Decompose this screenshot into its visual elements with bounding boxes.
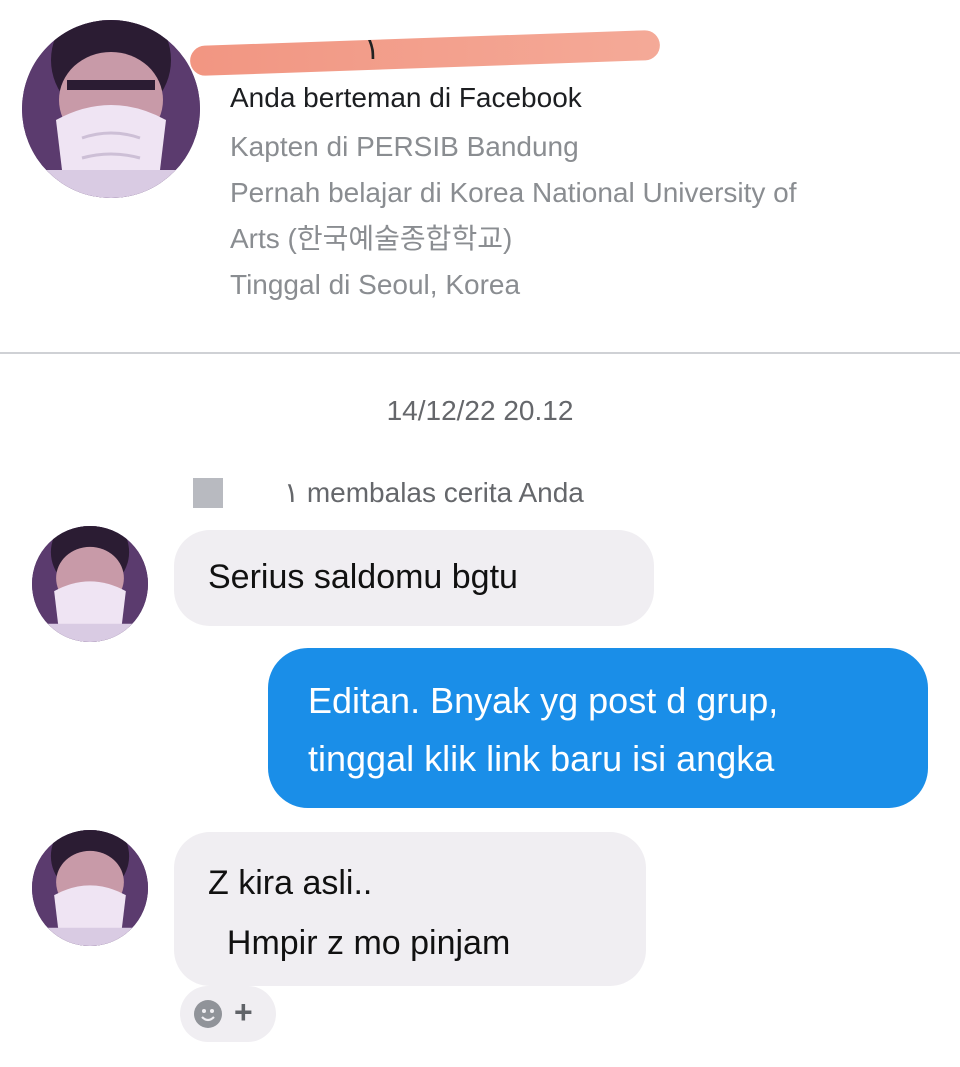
profile-info-location: Tinggal di Seoul, Korea: [230, 269, 521, 300]
profile-info-education: Pernah belajar di Korea National Univers…: [230, 177, 797, 208]
plus-icon: +: [234, 994, 253, 1030]
profile-name[interactable]: ١: [364, 32, 380, 67]
message-text-line-1: Z kira asli..: [208, 864, 373, 902]
masked-person-photo: [22, 20, 200, 198]
message-text-line-2: tinggal klik link baru isi angka: [308, 738, 775, 779]
message-bubble-outgoing[interactable]: Editan. Bnyak yg post d grup, tinggal kl…: [268, 648, 928, 808]
sender-avatar[interactable]: [32, 526, 148, 642]
story-reply-notice: ١ membalas cerita Anda: [284, 477, 584, 508]
add-reaction-button[interactable]: +: [180, 986, 276, 1042]
masked-person-photo: [32, 830, 148, 946]
smile-icon: [194, 1000, 222, 1028]
message-text-line-2: Hmpir z mo pinjam: [208, 924, 511, 962]
message-bubble-incoming[interactable]: Z kira asli.. Hmpir z mo pinjam: [174, 832, 646, 986]
story-thumbnail-icon[interactable]: [193, 478, 223, 508]
message-text-line-1: Editan. Bnyak yg post d grup,: [308, 680, 779, 721]
profile-info-education-cont: Arts (한국예술종합학교): [230, 223, 513, 254]
message-timestamp: 14/12/22 20.12: [386, 395, 574, 426]
section-divider: [0, 352, 960, 354]
profile-avatar[interactable]: [22, 20, 200, 198]
friend-status: Anda berteman di Facebook: [230, 82, 582, 113]
name-redaction-mark: [189, 29, 661, 77]
masked-person-photo: [32, 526, 148, 642]
message-text: Serius saldomu bgtu: [208, 558, 518, 596]
sender-avatar[interactable]: [32, 830, 148, 946]
message-bubble-incoming[interactable]: Serius saldomu bgtu: [174, 530, 654, 626]
profile-info-work: Kapten di PERSIB Bandung: [230, 131, 579, 162]
